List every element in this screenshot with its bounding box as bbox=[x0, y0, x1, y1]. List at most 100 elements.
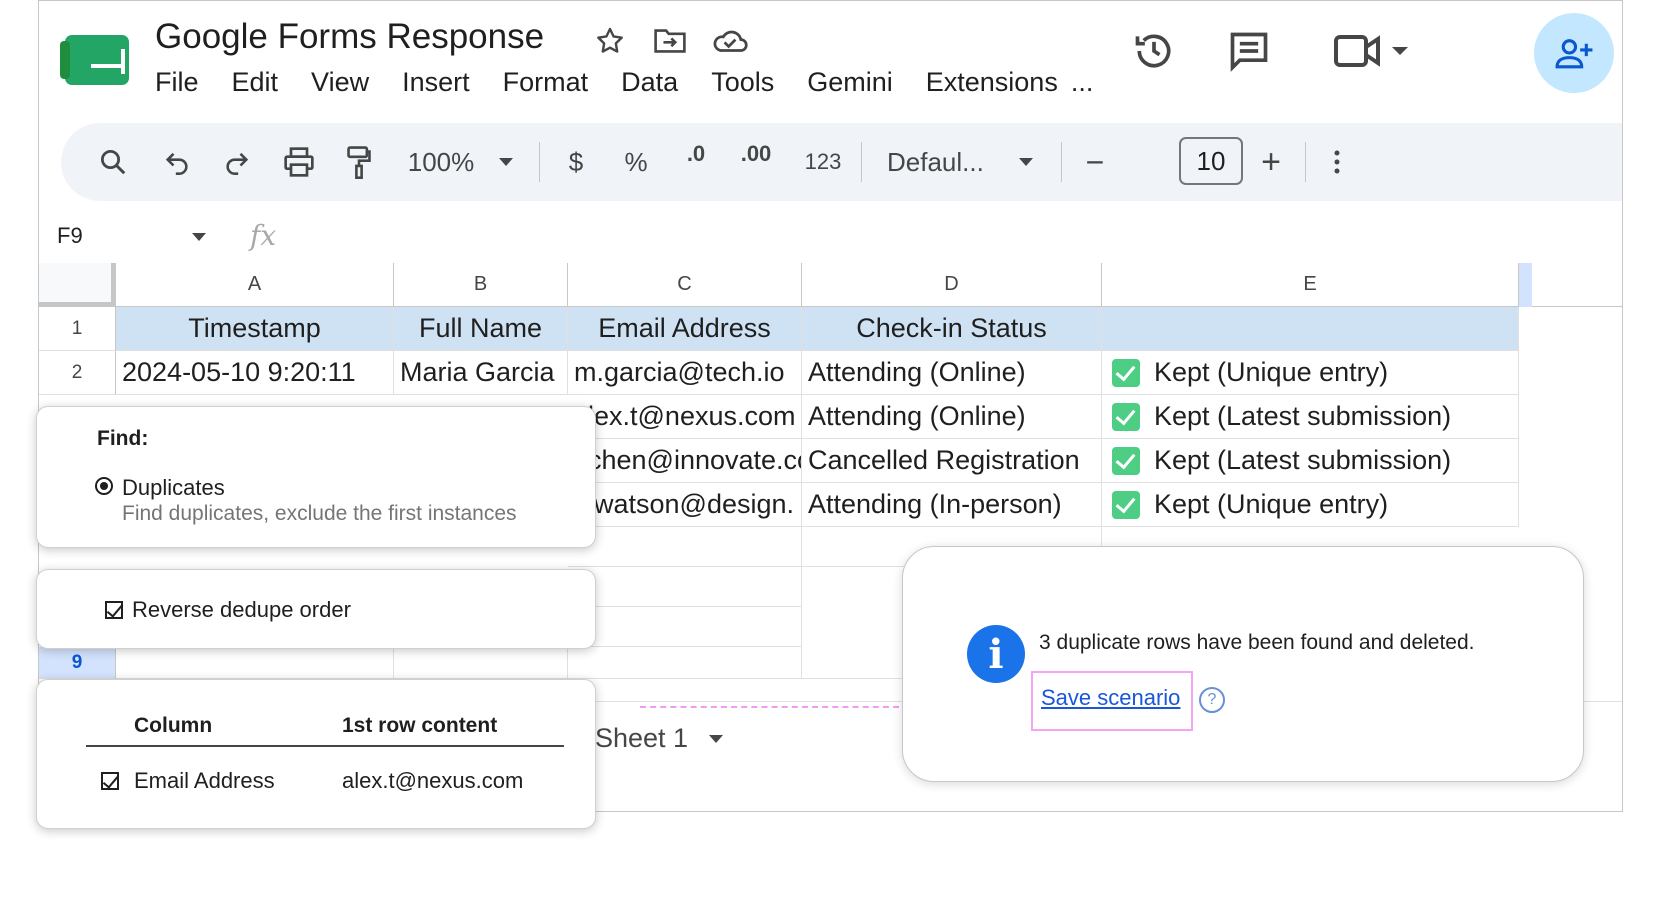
cell-c9[interactable] bbox=[568, 647, 802, 679]
cell-d4[interactable]: Cancelled Registration bbox=[802, 439, 1102, 483]
meet-video-icon[interactable] bbox=[1329, 21, 1419, 81]
cell-c3[interactable]: lex.t@nexus.com bbox=[568, 395, 802, 439]
menu-edit[interactable]: Edit bbox=[232, 67, 279, 98]
decrease-font-size-button[interactable]: − bbox=[1077, 123, 1113, 201]
cell-e3[interactable]: Kept (Latest submission) bbox=[1102, 395, 1519, 439]
decrease-decimal-button[interactable]: .0 bbox=[671, 123, 721, 201]
toolbar: 100% $ % .0 .00 123 Defaul... − 10 + bbox=[61, 123, 1622, 201]
column-header-b[interactable]: B bbox=[394, 263, 568, 307]
menu-data[interactable]: Data bbox=[621, 67, 678, 98]
result-message: 3 duplicate rows have been found and del… bbox=[1039, 631, 1475, 654]
increase-font-size-button[interactable]: + bbox=[1253, 123, 1289, 201]
column-header-e[interactable]: E bbox=[1102, 263, 1519, 307]
find-label: Find: bbox=[97, 427, 149, 450]
cell-b2[interactable]: Maria Garcia bbox=[394, 351, 568, 395]
menu-tools[interactable]: Tools bbox=[711, 67, 774, 98]
cell-c7[interactable] bbox=[568, 567, 802, 607]
row-header-9[interactable]: 9 bbox=[39, 647, 116, 679]
menu-format[interactable]: Format bbox=[503, 67, 589, 98]
font-select[interactable]: Defaul... bbox=[887, 123, 997, 201]
version-history-icon[interactable] bbox=[1124, 21, 1184, 81]
cell-d3[interactable]: Attending (Online) bbox=[802, 395, 1102, 439]
share-button[interactable] bbox=[1534, 13, 1614, 93]
cell-e2[interactable]: Kept (Unique entry) bbox=[1102, 351, 1519, 395]
print-icon[interactable] bbox=[277, 123, 321, 201]
cell-e4[interactable]: Kept (Latest submission) bbox=[1102, 439, 1519, 483]
cell-d5[interactable]: Attending (In-person) bbox=[802, 483, 1102, 527]
cell-c5[interactable]: watson@design. bbox=[568, 483, 802, 527]
cell-a9[interactable] bbox=[116, 647, 394, 679]
email-column-checkbox[interactable] bbox=[101, 772, 119, 790]
menu-insert[interactable]: Insert bbox=[402, 67, 470, 98]
cell-c8[interactable] bbox=[568, 607, 802, 647]
table-header-divider bbox=[86, 745, 564, 747]
cell-e1[interactable] bbox=[1102, 307, 1519, 351]
star-icon[interactable] bbox=[589, 21, 631, 61]
sheets-logo-icon[interactable] bbox=[60, 35, 129, 85]
checkbox-icon bbox=[1112, 358, 1140, 387]
cell-a1[interactable]: Timestamp bbox=[116, 307, 394, 351]
save-scenario-link[interactable]: Save scenario bbox=[1041, 685, 1180, 711]
percent-format-button[interactable]: % bbox=[619, 123, 653, 201]
paint-format-icon[interactable] bbox=[339, 123, 379, 201]
font-size-input[interactable]: 10 bbox=[1179, 137, 1243, 185]
redo-icon[interactable] bbox=[217, 123, 257, 201]
menu-file[interactable]: File bbox=[155, 67, 199, 98]
menu-view[interactable]: View bbox=[311, 67, 369, 98]
cloud-saved-icon[interactable] bbox=[709, 21, 751, 61]
font-dropdown-icon[interactable] bbox=[1011, 123, 1041, 201]
search-icon[interactable] bbox=[93, 123, 133, 201]
column-header-f[interactable] bbox=[1519, 263, 1532, 307]
select-all-corner[interactable] bbox=[39, 263, 116, 307]
cell-e5-text: Kept (Unique entry) bbox=[1154, 489, 1389, 519]
column-name: Email Address bbox=[134, 768, 275, 793]
reverse-order-label[interactable]: Reverse dedupe order bbox=[132, 597, 351, 623]
cell-b1[interactable]: Full Name bbox=[394, 307, 568, 351]
help-icon[interactable]: ? bbox=[1199, 687, 1225, 713]
column-header-c[interactable]: C bbox=[568, 263, 802, 307]
zoom-select[interactable]: 100% bbox=[401, 123, 481, 201]
first-row-content-value: alex.t@nexus.com bbox=[342, 768, 524, 793]
cell-e4-text: Kept (Latest submission) bbox=[1154, 445, 1452, 475]
cell-d2[interactable]: Attending (Online) bbox=[802, 351, 1102, 395]
cell-e5[interactable]: Kept (Unique entry) bbox=[1102, 483, 1519, 527]
sheet-tab-label: Sheet 1 bbox=[595, 723, 689, 753]
cell-c2[interactable]: m.garcia@tech.io bbox=[568, 351, 802, 395]
number-format-button[interactable]: 123 bbox=[801, 123, 845, 201]
currency-format-button[interactable]: $ bbox=[559, 123, 593, 201]
find-panel: Find: Duplicates Find duplicates, exclud… bbox=[36, 406, 596, 548]
menu-gemini[interactable]: Gemini bbox=[807, 67, 893, 98]
cell-d1[interactable]: Check-in Status bbox=[802, 307, 1102, 351]
cell-b9[interactable] bbox=[394, 647, 568, 679]
move-folder-icon[interactable] bbox=[649, 21, 691, 61]
duplicates-option-label[interactable]: Duplicates bbox=[122, 475, 225, 501]
column-heading: Column bbox=[134, 714, 213, 737]
zoom-dropdown-icon[interactable] bbox=[491, 123, 521, 201]
menu-bar: File Edit View Insert Format Data Tools … bbox=[155, 67, 1093, 98]
cell-c1[interactable]: Email Address bbox=[568, 307, 802, 351]
checkbox-icon bbox=[1112, 490, 1140, 519]
reverse-order-checkbox[interactable] bbox=[105, 601, 123, 619]
columns-panel: Column 1st row content Email Address ale… bbox=[36, 679, 596, 829]
cell-a2[interactable]: 2024-05-10 9:20:11 bbox=[116, 351, 394, 395]
column-header-d[interactable]: D bbox=[802, 263, 1102, 307]
name-box-dropdown-icon[interactable] bbox=[191, 229, 207, 247]
more-options-icon[interactable] bbox=[1325, 123, 1349, 201]
undo-icon[interactable] bbox=[157, 123, 197, 201]
row-header-2[interactable]: 2 bbox=[39, 351, 116, 395]
cell-c6[interactable] bbox=[568, 527, 802, 567]
sheet-tab-dropdown-icon[interactable] bbox=[708, 734, 724, 744]
menu-extensions[interactable]: Extensions bbox=[926, 67, 1058, 98]
result-message-panel: i 3 duplicate rows have been found and d… bbox=[902, 546, 1584, 782]
row-header-1[interactable]: 1 bbox=[39, 307, 116, 351]
menu-more[interactable]: ... bbox=[1071, 67, 1094, 98]
checkbox-icon bbox=[1112, 402, 1140, 431]
cell-c4[interactable]: chen@innovate.co bbox=[568, 439, 802, 483]
duplicates-radio[interactable] bbox=[95, 477, 113, 495]
column-header-a[interactable]: A bbox=[116, 263, 394, 307]
comments-icon[interactable] bbox=[1219, 21, 1279, 81]
increase-decimal-button[interactable]: .00 bbox=[731, 123, 781, 201]
name-box[interactable]: F9 bbox=[57, 223, 83, 249]
document-title[interactable]: Google Forms Response bbox=[155, 17, 544, 57]
sheet-tab[interactable]: Sheet 1 bbox=[595, 723, 724, 754]
